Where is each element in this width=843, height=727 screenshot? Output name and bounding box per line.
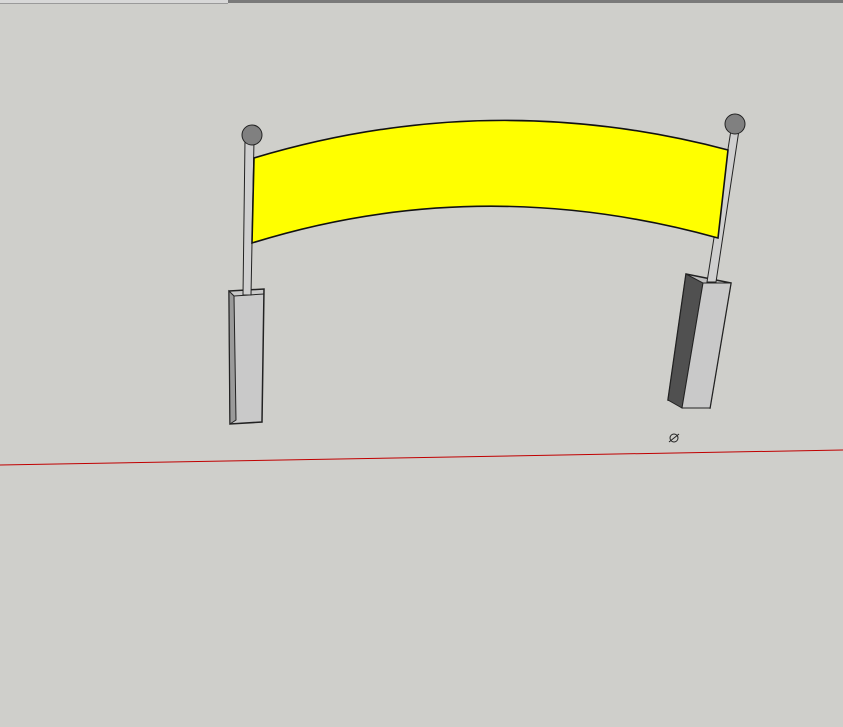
yellow-banner[interactable]: [251, 119, 729, 245]
model-canvas[interactable]: [0, 0, 843, 727]
right-base[interactable]: [667, 273, 732, 409]
sketchup-viewport[interactable]: [0, 0, 843, 727]
orbit-cursor-icon: [668, 433, 680, 443]
red-axis-line: [0, 449, 843, 466]
right-pole-ball[interactable]: [724, 113, 746, 135]
left-pole-ball[interactable]: [241, 124, 263, 146]
left-base[interactable]: [228, 288, 265, 425]
